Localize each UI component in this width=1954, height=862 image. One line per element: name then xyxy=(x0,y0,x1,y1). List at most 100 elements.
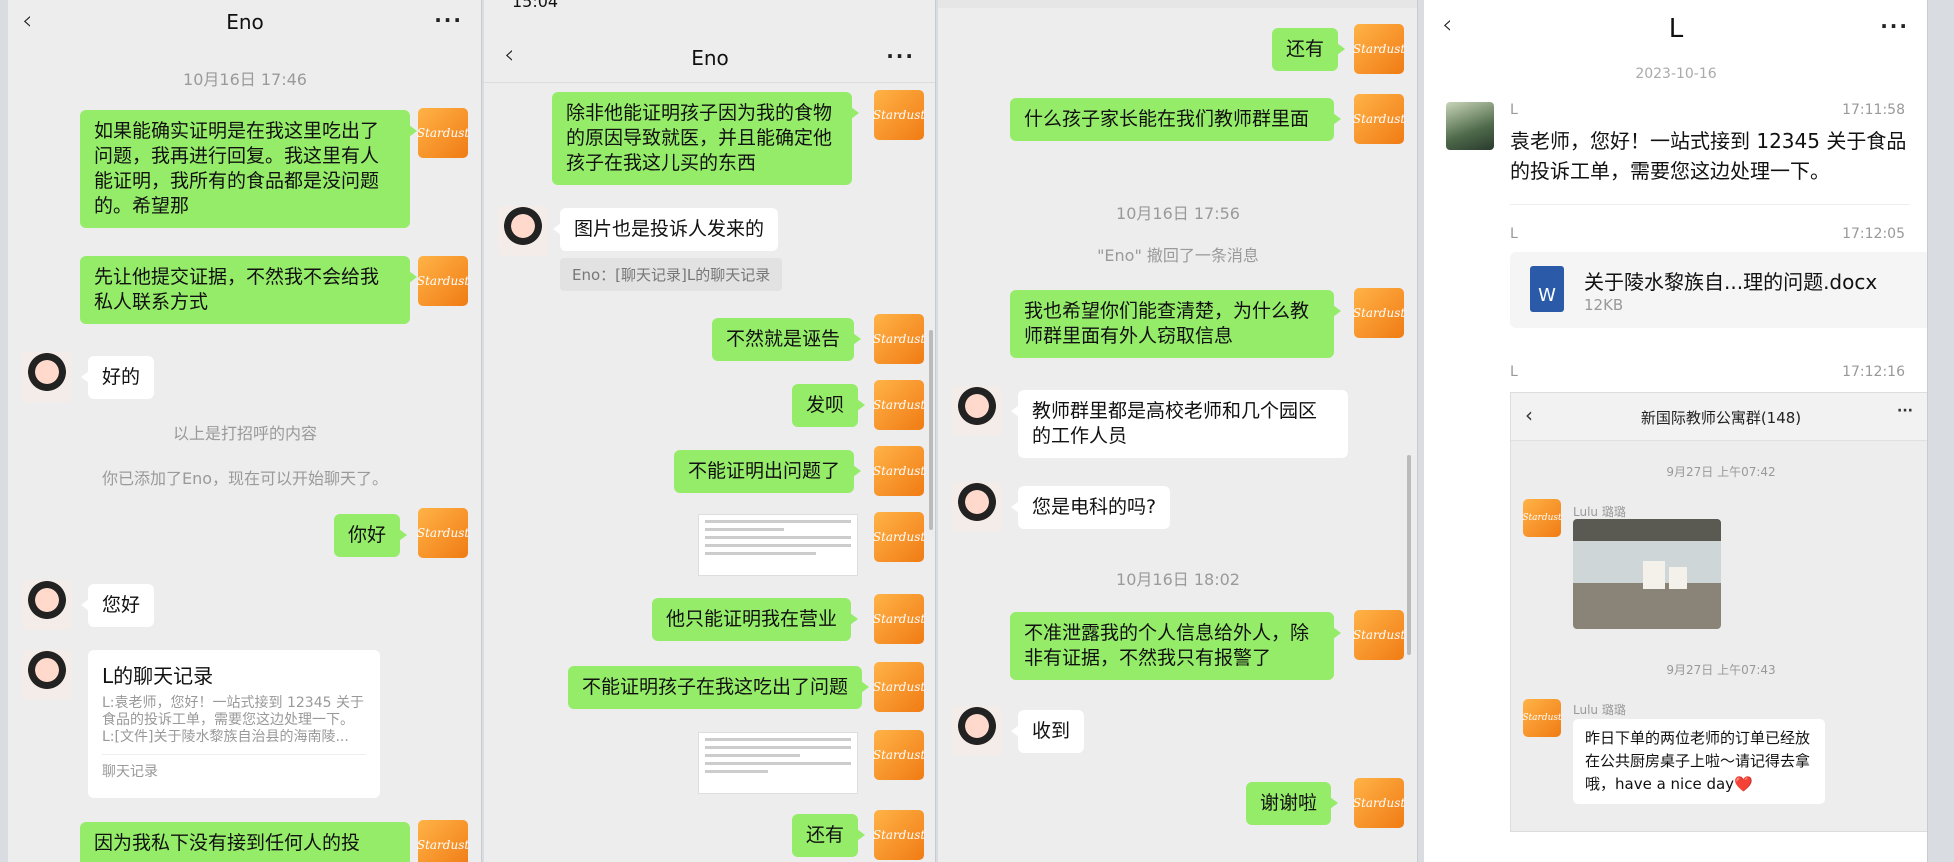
avatar[interactable]: Stardust xyxy=(417,820,469,862)
avatar[interactable]: Stardust xyxy=(873,730,925,780)
message-sent: 先让他提交证据，不然我不会给我私人联系方式 xyxy=(80,256,417,324)
message-sent: 因为我私下没有接到任何人的投 xyxy=(80,822,410,862)
avatar[interactable] xyxy=(22,580,72,630)
sender-name: Lulu 璐璐 xyxy=(1573,703,1626,717)
chat-record-card[interactable]: L的聊天记录 L:袁老师，您好！一站式接到 12345 关于食品的投诉工单，需要… xyxy=(88,650,380,798)
avatar[interactable]: Stardust xyxy=(873,314,925,364)
message-sent: 发呗 xyxy=(792,384,866,427)
avatar[interactable]: Stardust xyxy=(873,810,925,860)
date-label: 2023-10-16 xyxy=(1635,66,1717,82)
message-sent: 除非他能证明孩子因为我的食物的原因导致就医，并且能确定他孩子在我这儿买的东西 xyxy=(552,92,859,185)
quote-reference[interactable]: Eno：[聊天记录]L的聊天记录 xyxy=(560,258,783,291)
message-sent: 还有 xyxy=(1272,28,1346,71)
bag-shape xyxy=(1643,561,1665,589)
message-sent: 我也希望你们能查清楚，为什么教师群里面有外人窃取信息 xyxy=(1010,290,1341,358)
status-time: 15:04 xyxy=(512,0,559,11)
message-sent: 如果能确实证明是在我这里吃出了问题，我再进行回复。我这里有人能证明，我所有的食品… xyxy=(80,110,417,228)
timestamp: 10月16日 17:46 xyxy=(183,70,307,89)
avatar[interactable] xyxy=(498,206,548,256)
sender-name: Lulu 璐璐 xyxy=(1573,505,1626,519)
message-sent: 什么孩子家长能在我们教师群里面 xyxy=(1010,98,1341,141)
chat-title: L xyxy=(1668,14,1684,44)
more-icon[interactable]: ··· xyxy=(434,8,463,32)
record-line: L:袁老师，您好！一站式接到 12345 关于食品的投诉工单，需要您这边处理一下… xyxy=(102,695,364,728)
avatar: Stardust xyxy=(1522,499,1562,537)
message-time: 17:12:16 xyxy=(1842,364,1905,380)
avatar[interactable]: Stardust xyxy=(1353,610,1405,660)
message-sent: 不准泄露我的个人信息给外人，除非有证据，不然我只有报警了 xyxy=(1010,612,1341,680)
chat-panel-3: 还有 Stardust 什么孩子家长能在我们教师群里面 Stardust 10月… xyxy=(938,0,1418,862)
avatar[interactable]: Stardust xyxy=(417,508,469,558)
message-sent: 谢谢啦 xyxy=(1246,782,1339,825)
timestamp: 9月27日 上午07:43 xyxy=(1666,663,1776,677)
message-received: 昨日下单的两位老师的订单已经放在公共厨房桌子上啦～请记得去拿哦，have a n… xyxy=(1573,719,1825,804)
record-footer: 聊天记录 xyxy=(102,754,366,781)
chat-panel-4: ‹ L ··· 2023-10-16 L 17:11:58 袁老师，您好！一站式… xyxy=(1424,0,1928,862)
photo-thumbnail xyxy=(1573,519,1721,629)
avatar[interactable] xyxy=(1446,102,1494,150)
system-message: "Eno" 撤回了一条消息 xyxy=(1097,246,1259,265)
message-received: 图片也是投诉人发来的 xyxy=(552,208,779,251)
message-sent: 还有 xyxy=(792,814,866,857)
bag-shape xyxy=(1669,567,1687,589)
avatar[interactable]: Stardust xyxy=(1353,288,1405,338)
avatar[interactable]: Stardust xyxy=(873,446,925,496)
avatar[interactable]: Stardust xyxy=(873,594,925,644)
message-sent: 不能证明出问题了 xyxy=(674,450,862,493)
timestamp: 9月27日 上午07:42 xyxy=(1666,465,1776,479)
divider xyxy=(1510,204,1910,205)
message-sent: 他只能证明我在营业 xyxy=(652,598,859,641)
file-name: 关于陵水黎族自...理的问题.docx xyxy=(1584,270,1878,294)
avatar[interactable] xyxy=(952,386,1002,436)
avatar[interactable]: Stardust xyxy=(873,90,925,140)
avatar[interactable]: Stardust xyxy=(1353,94,1405,144)
avatar[interactable]: Stardust xyxy=(417,108,469,158)
file-size: 12KB xyxy=(1584,296,1624,314)
chat-title: Eno xyxy=(226,10,264,34)
divider xyxy=(484,82,935,83)
image-thumbnail[interactable] xyxy=(698,732,858,794)
scrollbar[interactable] xyxy=(1407,455,1411,655)
avatar: Stardust xyxy=(1522,699,1562,737)
chat-panel-1: ‹ Eno ··· 10月16日 17:46 如果能确实证明是在我这里吃出了问题… xyxy=(8,0,482,862)
message-received: 收到 xyxy=(1010,710,1085,753)
more-icon[interactable]: ··· xyxy=(1880,14,1909,38)
sender-name: L xyxy=(1510,102,1518,118)
group-title: 新国际教师公寓群(148) xyxy=(1640,409,1802,427)
record-title: L的聊天记录 xyxy=(102,664,214,688)
message-sent: 不然就是诬告 xyxy=(712,318,862,361)
message-text: 袁老师，您好！一站式接到 12345 关于食品的投诉工单，需要您这边处理一下。 xyxy=(1510,129,1907,183)
message-time: 17:12:05 xyxy=(1842,226,1905,242)
message-received: 教师群里都是高校老师和几个园区的工作人员 xyxy=(1011,390,1348,458)
message-sent: 不能证明孩子在我这吃出了问题 xyxy=(568,666,870,709)
more-icon[interactable]: ··· xyxy=(886,44,915,68)
chat-panel-2: 15:04 ‹ Eno ··· 除非他能证明孩子因为我的食物的原因导致就医，并且… xyxy=(484,0,936,862)
message-sent: 你好 xyxy=(334,514,408,557)
sender-name: L xyxy=(1510,364,1518,380)
group-chat-screenshot[interactable]: ‹ 新国际教师公寓群(148) ··· 9月27日 上午07:42 Stardu… xyxy=(1510,392,1927,832)
header-strip xyxy=(938,0,1417,8)
timestamp: 10月16日 18:02 xyxy=(1116,570,1240,589)
avatar[interactable]: Stardust xyxy=(873,662,925,712)
image-thumbnail[interactable] xyxy=(698,514,858,576)
avatar[interactable]: Stardust xyxy=(873,512,925,562)
avatar[interactable]: Stardust xyxy=(873,380,925,430)
avatar[interactable]: Stardust xyxy=(1353,24,1405,74)
avatar[interactable] xyxy=(22,650,72,700)
message-received: 好的 xyxy=(80,356,155,399)
system-message: 以上是打招呼的内容 xyxy=(172,424,317,443)
message-received: 您好 xyxy=(80,584,155,627)
avatar[interactable] xyxy=(952,706,1002,756)
avatar[interactable]: Stardust xyxy=(1353,778,1405,828)
message-time: 17:11:58 xyxy=(1842,102,1905,118)
avatar[interactable] xyxy=(22,352,72,402)
avatar[interactable] xyxy=(952,482,1002,532)
record-line: L:[文件]关于陵水黎族自治县的海南陵... xyxy=(102,729,349,745)
scrollbar[interactable] xyxy=(929,330,933,530)
message-received: 您是电科的吗? xyxy=(1010,486,1171,529)
system-message: 你已添加了Eno，现在可以开始聊天了。 xyxy=(101,469,389,488)
chat-title: Eno xyxy=(691,46,729,70)
timestamp: 10月16日 17:56 xyxy=(1116,204,1240,223)
avatar[interactable]: Stardust xyxy=(417,256,469,306)
file-card[interactable]: W 关于陵水黎族自...理的问题.docx 12KB xyxy=(1510,252,1927,328)
